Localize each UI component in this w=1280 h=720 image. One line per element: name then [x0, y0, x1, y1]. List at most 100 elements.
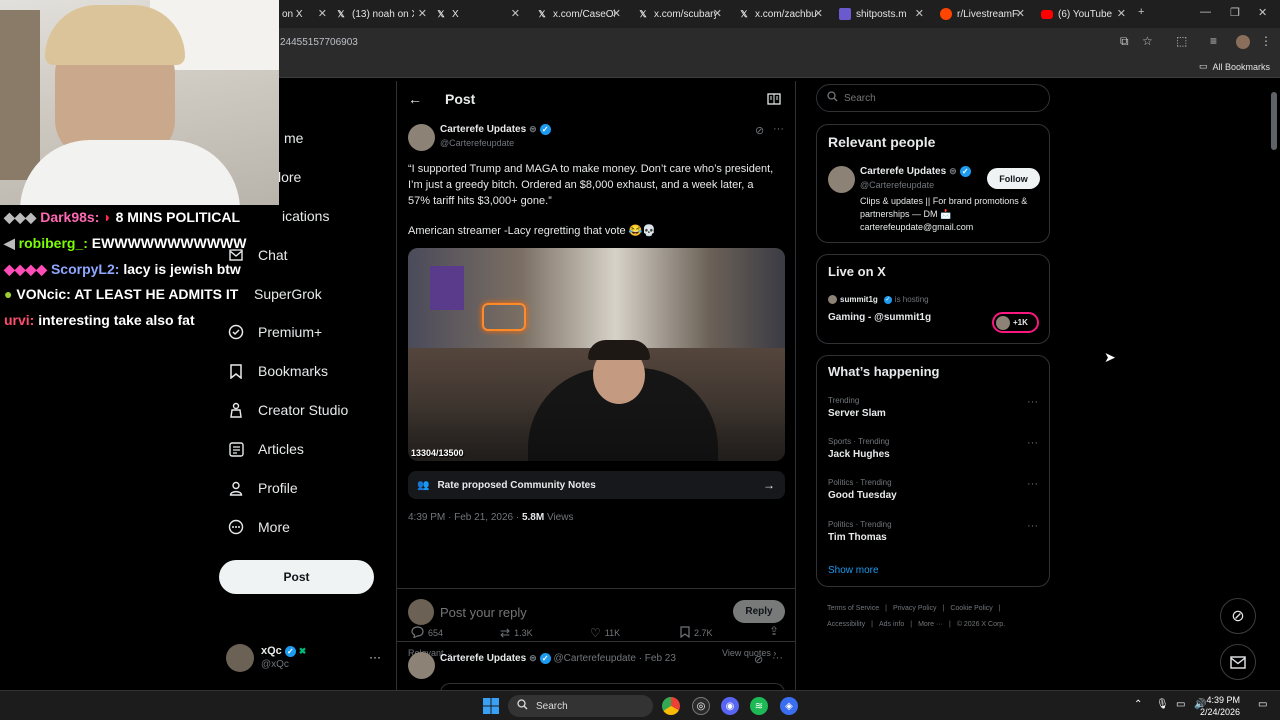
menu-icon[interactable]: ⋮ [1260, 34, 1272, 48]
footer-link[interactable]: More ··· [918, 621, 943, 628]
star-icon[interactable]: ☆ [1142, 34, 1153, 48]
close-icon[interactable]: ✕ [713, 7, 722, 20]
microphone-icon[interactable]: 🎙 [1156, 699, 1169, 710]
grok-fab-icon[interactable]: ⊘ [1220, 598, 1256, 634]
close-icon[interactable]: ✕ [511, 7, 520, 20]
trend-item[interactable]: Sports · Trending Jack Hughes ··· [828, 437, 1038, 460]
discord-icon[interactable]: ◉ [721, 697, 739, 715]
nav-profile[interactable]: Profile [228, 474, 298, 502]
nav-notifications[interactable]: ications [228, 202, 329, 230]
author-avatar[interactable] [408, 652, 435, 679]
nav-supergrok[interactable]: SuperGrok [228, 280, 322, 308]
community-notes-bar[interactable]: 👥 Rate proposed Community Notes → [408, 471, 785, 499]
search-box[interactable] [816, 84, 1050, 112]
bookmark-action[interactable]: 2.7K [680, 626, 713, 640]
live-viewers-badge[interactable]: +1K [992, 312, 1039, 333]
more-dots-icon[interactable]: ··· [773, 123, 784, 135]
browser-tab[interactable]: (6) YouTube ✕ [1041, 4, 1126, 24]
close-icon[interactable]: ✕ [612, 7, 621, 20]
reply-input[interactable] [440, 602, 720, 622]
like-action[interactable]: ♡ 11K [590, 626, 620, 640]
all-bookmarks[interactable]: ▭ All Bookmarks [1199, 61, 1270, 72]
follow-button[interactable]: Follow [987, 168, 1040, 189]
trend-item[interactable]: Trending Server Slam ··· [828, 396, 1038, 419]
author-name[interactable]: Carterefe Updates [440, 653, 526, 664]
nav-articles[interactable]: Articles [228, 435, 304, 463]
view-quotes-link[interactable]: View quotes › [722, 648, 776, 658]
account-switcher[interactable]: xQc ✓ ✖ @xQc ··· [226, 644, 386, 674]
post-button[interactable]: Post [219, 560, 374, 594]
avatar[interactable] [828, 166, 855, 193]
more-dots-icon[interactable]: ··· [1027, 437, 1038, 449]
browser-tab[interactable]: 𝕏 (13) noah on X ✕ [335, 4, 427, 24]
browser-tab[interactable]: 𝕏x.com/zachbu ✕ [738, 4, 823, 24]
more-dots-icon[interactable]: ··· [1027, 396, 1038, 408]
reply-button[interactable]: Reply [733, 600, 785, 623]
close-icon[interactable]: ✕ [1016, 7, 1025, 20]
scrollbar-thumb[interactable] [1271, 92, 1277, 150]
back-arrow-icon[interactable]: ← [408, 91, 422, 107]
stream-title[interactable]: Gaming - @summit1g [828, 312, 931, 323]
author-name-row[interactable]: Carterefe Updates ⊜ ✓ [440, 124, 551, 135]
minimize-icon[interactable]: — [1200, 6, 1211, 18]
taskbar-search[interactable]: Search [508, 695, 653, 717]
app-icon[interactable]: ◎ [692, 697, 710, 715]
trend-item[interactable]: Politics · Trending Good Tuesday ··· [828, 478, 1038, 501]
footer-link[interactable]: Terms of Service [827, 605, 879, 612]
taskbar-clock[interactable]: 4:39 PM 2/24/2026 [1200, 694, 1240, 718]
more-dots-icon[interactable]: ··· [1027, 478, 1038, 490]
windows-start-icon[interactable] [483, 698, 499, 714]
nav-more[interactable]: More [228, 513, 290, 541]
spotify-icon[interactable]: ≋ [750, 697, 768, 715]
repost-action[interactable]: ⇄ 1.3K [500, 626, 533, 640]
post-media-video[interactable]: 13304/13500 [408, 248, 785, 461]
nav-bookmarks[interactable]: Bookmarks [228, 357, 328, 385]
messages-fab-icon[interactable] [1220, 644, 1256, 680]
browser-tab[interactable]: r/LivestreamFa ✕ [940, 4, 1025, 24]
nav-premium[interactable]: Premium+ [228, 318, 322, 346]
reply-action[interactable]: 654 [411, 626, 443, 640]
close-window-icon[interactable]: ✕ [1258, 6, 1267, 19]
live-host-row[interactable]: summit1g ✓ is hosting [828, 295, 929, 304]
show-more-link[interactable]: Show more [828, 565, 879, 576]
footer-link[interactable]: Privacy Policy [893, 605, 937, 612]
like-count: 11K [604, 628, 621, 638]
notification-icon[interactable]: ▭ [1258, 699, 1267, 710]
footer-link[interactable]: Accessibility [827, 621, 865, 628]
close-icon[interactable]: ✕ [915, 7, 924, 20]
more-dots-icon[interactable]: ··· [772, 652, 783, 664]
browser-tab[interactable]: on X ✕ [282, 4, 327, 24]
browser-tab[interactable]: 𝕏 X ✕ [435, 4, 520, 24]
footer-link[interactable]: Cookie Policy [950, 605, 992, 612]
browser-tab[interactable]: 𝕏x.com/scubary ✕ [637, 4, 722, 24]
nav-creator-studio[interactable]: Creator Studio [228, 396, 348, 424]
address-bar[interactable]: 24455157706903 [270, 31, 1150, 53]
new-tab-icon[interactable]: + [1138, 6, 1144, 18]
more-dots-icon[interactable]: ··· [1027, 520, 1038, 532]
cast-icon[interactable]: ⧉ [1120, 34, 1129, 49]
reader-mode-icon[interactable] [767, 92, 781, 110]
more-dots-icon[interactable]: ··· [369, 650, 381, 664]
close-icon[interactable]: ✕ [418, 7, 427, 20]
search-input[interactable] [844, 92, 1034, 104]
browser-tab[interactable]: shitposts.m ✕ [839, 4, 924, 24]
profile-icon[interactable] [1236, 35, 1250, 49]
chevron-up-icon[interactable]: ⌃ [1134, 699, 1142, 710]
grok-icon[interactable]: ⊘ [755, 124, 764, 137]
restore-icon[interactable]: ❐ [1230, 6, 1240, 19]
author-avatar[interactable] [408, 124, 435, 151]
person-name-row[interactable]: Carterefe Updates ⊜ ✓ [860, 166, 971, 177]
app-icon[interactable]: ◈ [780, 697, 798, 715]
footer-link[interactable]: Ads info [879, 621, 904, 628]
close-icon[interactable]: ✕ [814, 7, 823, 20]
extensions-icon[interactable]: ⬚ [1176, 34, 1187, 48]
close-icon[interactable]: ✕ [318, 7, 327, 20]
trend-item[interactable]: Politics · Trending Tim Thomas ··· [828, 520, 1038, 543]
grok-icon[interactable]: ⊘ [754, 653, 763, 666]
close-icon[interactable]: ✕ [1117, 7, 1126, 20]
browser-tab[interactable]: 𝕏x.com/CaseOh ✕ [536, 4, 621, 24]
chrome-icon[interactable] [662, 697, 680, 715]
monitor-icon[interactable]: ▭ [1176, 699, 1185, 710]
media-icon[interactable]: ≡ [1210, 34, 1217, 48]
share-icon[interactable]: ⇪ [769, 624, 779, 638]
